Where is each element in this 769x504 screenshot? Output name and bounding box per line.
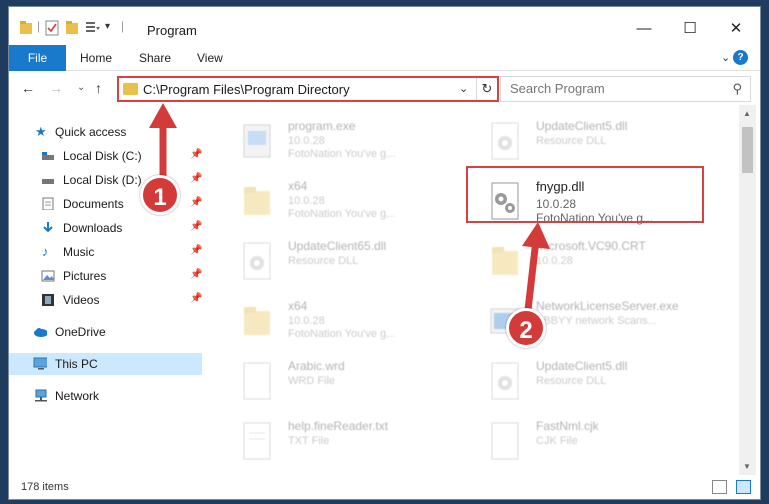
callout-badge-2: 2 bbox=[506, 308, 546, 348]
arrow-1 bbox=[149, 103, 177, 185]
callout-arrows bbox=[149, 103, 550, 311]
arrow-2 bbox=[522, 222, 550, 311]
callout-badge-1: 1 bbox=[140, 175, 180, 215]
